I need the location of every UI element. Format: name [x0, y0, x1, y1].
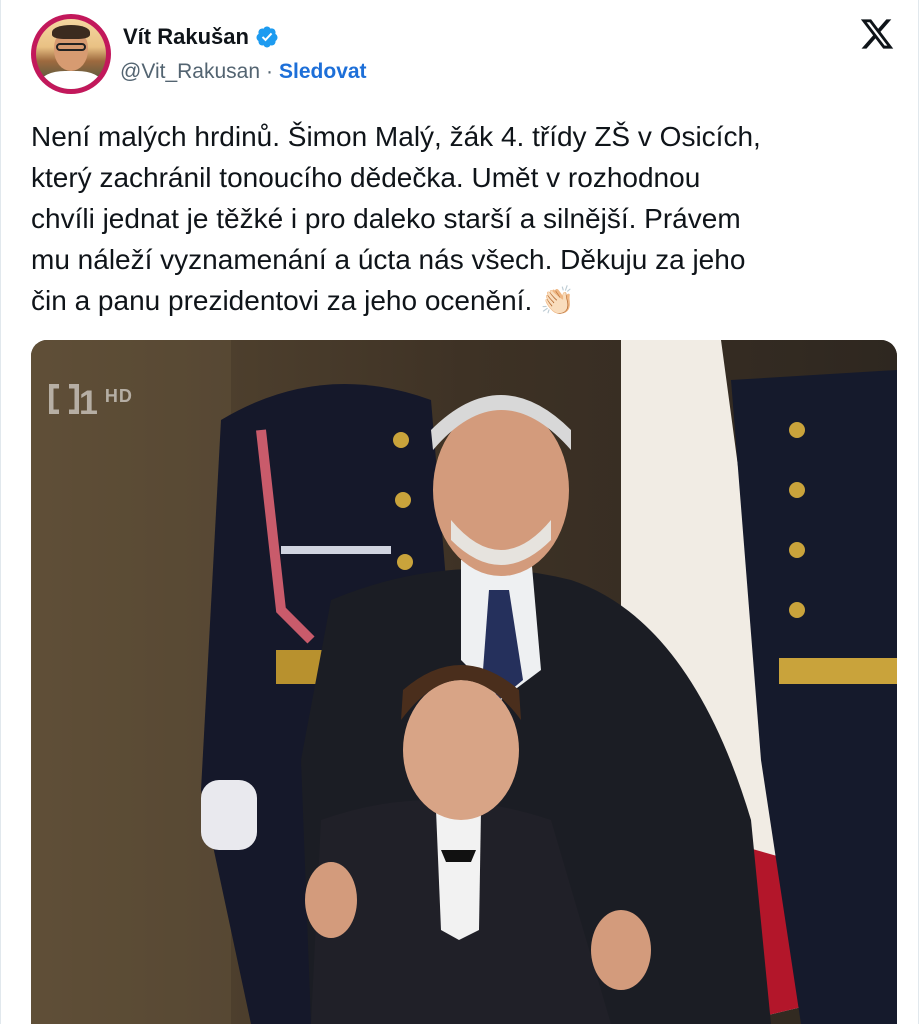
author-handle[interactable]: @Vit_Rakusan [120, 60, 260, 84]
tweet-text-line: který zachránil tonoucího dědečka. Umět … [31, 162, 701, 193]
author-display-name[interactable]: Vít Rakušan [123, 24, 249, 50]
avatar[interactable] [31, 14, 111, 94]
tweet-photo[interactable]: 1 HD [31, 340, 897, 1024]
tweet-text-line: mu náleží vyznamenání a úcta nás všech. … [31, 244, 746, 275]
tweet-text-line: chvíli jednat je těžké i pro daleko star… [31, 203, 741, 234]
tweet-text-line: Není malých hrdinů. Šimon Malý, žák 4. t… [31, 121, 761, 152]
author-name-row: Vít Rakušan [123, 24, 279, 50]
broadcast-logo: 1 HD [49, 384, 133, 423]
ct-logo-mark [49, 384, 79, 414]
follow-button[interactable]: Sledovat [279, 60, 367, 84]
tweet-card: Vít Rakušan @Vit_Rakusan · Sledovat Není… [0, 0, 919, 1024]
x-logo-icon[interactable] [859, 16, 895, 52]
tweet-text: Není malých hrdinů. Šimon Malý, žák 4. t… [31, 116, 901, 321]
photo-scene [31, 340, 897, 1024]
ct-hd-label: HD [104, 386, 133, 406]
separator-dot: · [266, 60, 274, 83]
ct-channel-number: 1 [79, 384, 99, 422]
verified-badge-icon [255, 25, 279, 49]
author-handle-row: @Vit_Rakusan · Sledovat [120, 60, 367, 84]
tweet-text-line: čin a panu prezidentovi za jeho ocenění.… [31, 285, 575, 316]
